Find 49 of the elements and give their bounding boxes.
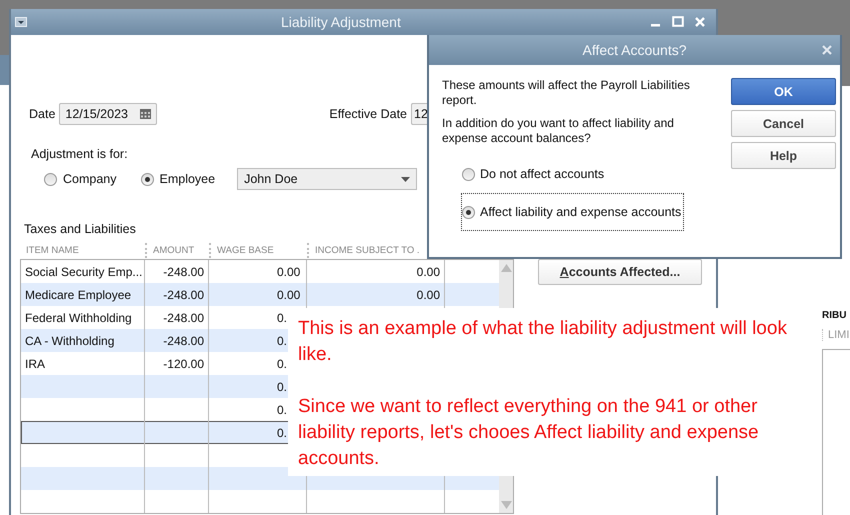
dialog-question: In addition do you want to affect liability and expense account balances? <box>442 116 675 146</box>
date-label: Date <box>29 107 56 121</box>
table-cell: 0. <box>277 380 288 394</box>
table-cell: 0.00 <box>416 288 440 302</box>
table-cell: CA - Withholding <box>25 334 114 348</box>
adjustment-label: Adjustment is for: <box>31 147 128 161</box>
dialog-message: These amounts will affect the Payroll Liabilities report. <box>442 78 691 108</box>
section-title: Taxes and Liabilities <box>24 222 136 236</box>
radio-option[interactable]: Employee <box>140 172 216 186</box>
column-header: ITEM NAME <box>25 244 80 258</box>
column-header: LIMI <box>822 329 850 341</box>
table-cell: IRA <box>25 356 46 370</box>
table-cell: 0. <box>277 356 288 370</box>
radio-option[interactable]: Affect liability and expense accounts <box>461 193 684 231</box>
table-cell: -248.00 <box>163 264 204 278</box>
table-row[interactable]: Medicare Employee -248.00 0.00 0.00 <box>21 283 499 306</box>
column-header: AMOUNT <box>145 243 209 258</box>
table-cell: 0.00 <box>416 264 440 278</box>
table-cell: 0.00 <box>277 264 300 278</box>
table-cell: 0. <box>277 402 288 416</box>
table-cell: Federal Withholding <box>25 310 132 324</box>
table-cell: -248.00 <box>163 288 204 302</box>
table-cell: -248.00 <box>163 334 204 348</box>
table-cell: 0. <box>277 310 288 324</box>
table-cell: Medicare Employee <box>25 288 132 302</box>
table-cell: -248.00 <box>163 310 204 324</box>
effective-date-label: Effective Date <box>329 107 407 121</box>
window-menu-icon[interactable] <box>15 17 27 27</box>
dropdown-arrow-icon[interactable] <box>401 176 410 182</box>
dialog-button[interactable]: Help <box>731 142 836 169</box>
column-header: WAGE BASE <box>209 243 307 258</box>
column-heading: RIBU <box>822 310 848 321</box>
window-title: Liability Adjustment <box>281 14 401 30</box>
table-cell: Social Security Emp... <box>25 264 142 278</box>
radio-option[interactable]: Company <box>44 172 116 186</box>
accounts-affected-button[interactable]: Accounts Affected... <box>538 259 702 285</box>
table-cell: 0. <box>277 426 288 440</box>
maximize-icon[interactable] <box>672 16 684 28</box>
employee-dropdown[interactable]: John Doe <box>237 168 418 190</box>
table-cell: 0.00 <box>277 288 300 302</box>
dialog-button[interactable]: Cancel <box>731 110 836 137</box>
close-icon[interactable] <box>822 45 832 55</box>
radio-option[interactable]: Do not affect accounts <box>461 164 608 184</box>
dialog-title: Affect Accounts? <box>582 42 687 58</box>
date-field[interactable]: 12/15/2023 <box>59 103 158 125</box>
table-cell: -120.00 <box>163 356 204 370</box>
dialog-button[interactable]: OK <box>731 78 836 105</box>
calendar-icon[interactable] <box>140 109 152 119</box>
table-cell: 0. <box>277 334 288 348</box>
